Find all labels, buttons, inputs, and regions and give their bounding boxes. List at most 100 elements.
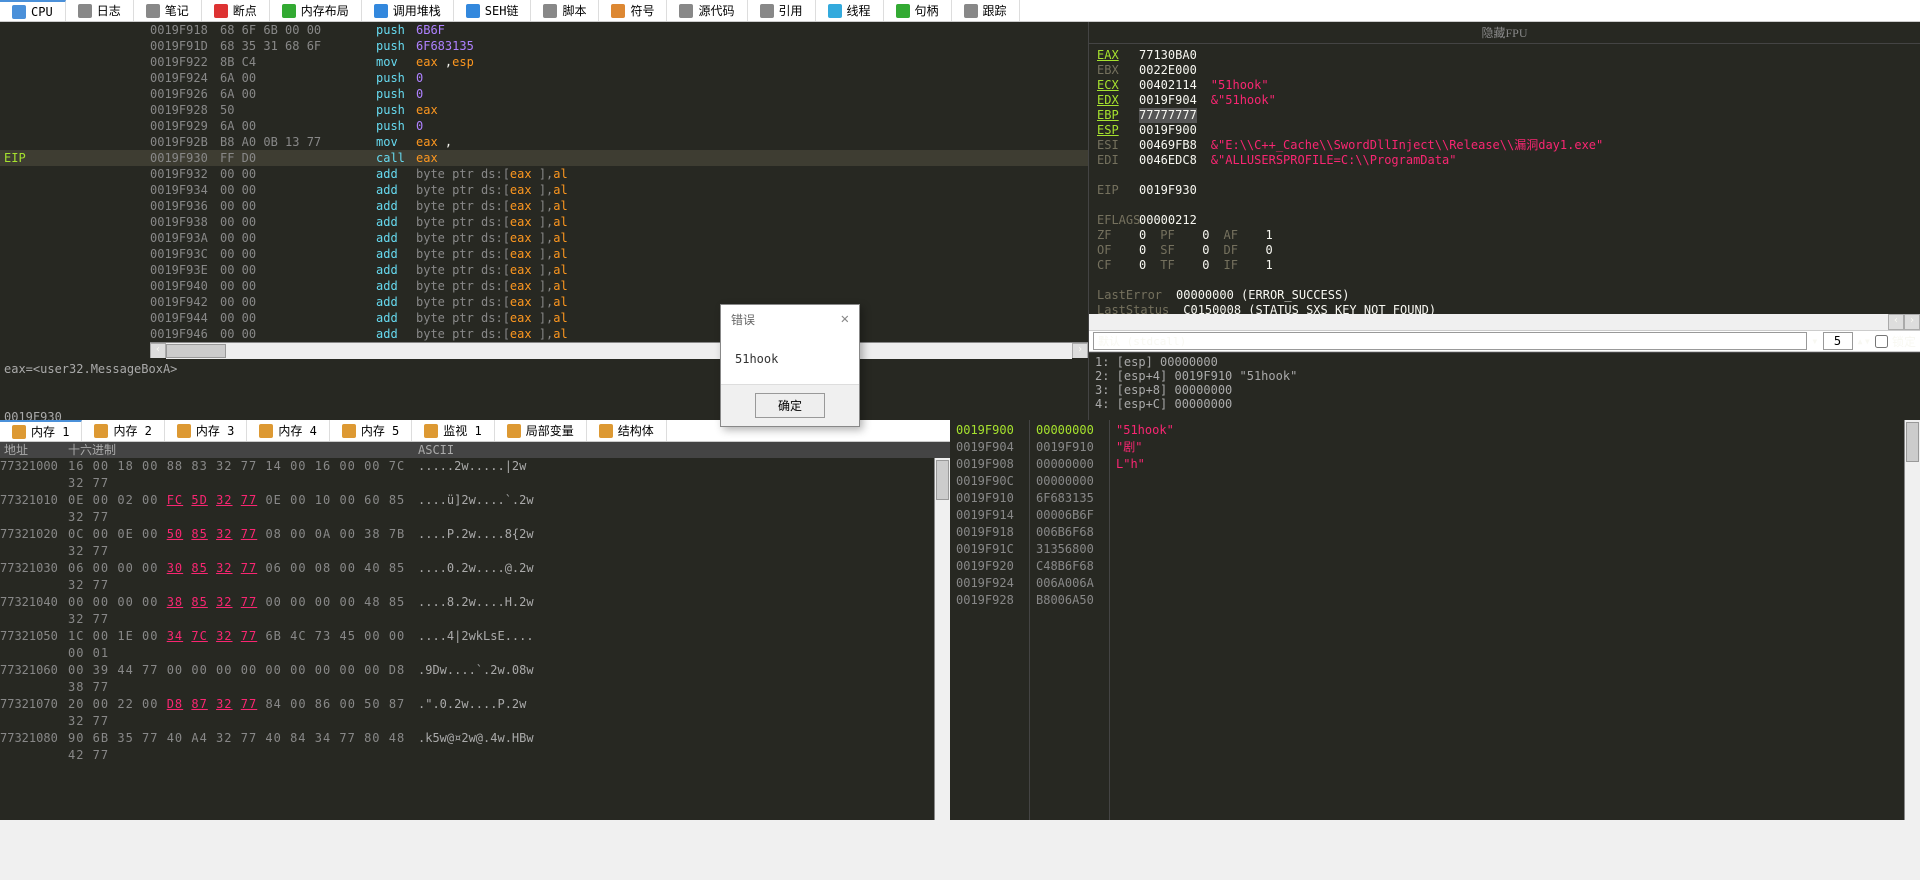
stack-addr[interactable]: 0019F91C (956, 541, 1023, 558)
tab-跟踪[interactable]: 跟踪 (952, 0, 1020, 21)
disasm-row[interactable]: 0019F94000 00addbyte ptr ds:[eax ],al (0, 278, 1088, 294)
tab-引用[interactable]: 引用 (748, 0, 816, 21)
tab-符号[interactable]: 符号 (599, 0, 667, 21)
disasm-row[interactable]: 0019F93C00 00addbyte ptr ds:[eax ],al (0, 246, 1088, 262)
mem-tab-局部变量[interactable]: 局部变量 (495, 420, 587, 441)
disasm-row[interactable]: 0019F94200 00addbyte ptr ds:[eax ],al (0, 294, 1088, 310)
disasm-row[interactable]: 0019F93800 00addbyte ptr ds:[eax ],al (0, 214, 1088, 230)
register-EDI[interactable]: EDI0046EDC8&"ALLUSERSPROFILE=C:\\Program… (1097, 153, 1912, 168)
stack-val[interactable]: 00000000 (1036, 422, 1103, 439)
stack-val[interactable]: C48B6F68 (1036, 558, 1103, 575)
stack-val[interactable]: 00000000 (1036, 456, 1103, 473)
disasm-row[interactable]: 0019F9266A 00push0 (0, 86, 1088, 102)
register-ESI[interactable]: ESI00469FB8&"E:\\C++_Cache\\SwordDllInje… (1097, 138, 1912, 153)
disasm-row[interactable]: 0019F93400 00addbyte ptr ds:[eax ],al (0, 182, 1088, 198)
dropdown-icon[interactable]: ▾ (1811, 334, 1818, 348)
stack-addr[interactable]: 0019F924 (956, 575, 1023, 592)
tab-笔记[interactable]: 笔记 (134, 0, 202, 21)
lock-checkbox[interactable] (1875, 335, 1888, 348)
tab-调用堆栈[interactable]: 调用堆栈 (362, 0, 454, 21)
register-ESP[interactable]: ESP0019F900 (1097, 123, 1912, 138)
stack-addr[interactable]: 0019F908 (956, 456, 1023, 473)
disasm-row[interactable]: 0019F92BB8 A0 0B 13 77moveax , (0, 134, 1088, 150)
mem-row[interactable]: 7732108090 6B 35 77 40 A4 32 77 40 84 34… (0, 730, 934, 764)
tab-SEH链[interactable]: SEH链 (454, 0, 532, 21)
spin-icon[interactable]: ▴▾ (1857, 334, 1871, 348)
register-EBX[interactable]: EBX0022E000 (1097, 63, 1912, 78)
mem-tab-内存 2[interactable]: 内存 2 (82, 420, 164, 441)
stack-val[interactable]: 0019F910 (1036, 439, 1103, 456)
tab-内存布局[interactable]: 内存布局 (270, 0, 362, 21)
stack-val[interactable]: 00006B6F (1036, 507, 1103, 524)
register-EDX[interactable]: EDX0019F904&"51hook" (1097, 93, 1912, 108)
tab-日志[interactable]: 日志 (66, 0, 134, 21)
stack-addr[interactable]: 0019F920 (956, 558, 1023, 575)
stack-addr[interactable]: 0019F910 (956, 490, 1023, 507)
stack-addr[interactable]: 0019F90C (956, 473, 1023, 490)
mem-row[interactable]: 7732104000 00 00 00 38 85 32 77 00 00 00… (0, 594, 934, 628)
disasm-row[interactable]: 0019F94600 00addbyte ptr ds:[eax ],al (0, 326, 1088, 342)
close-icon[interactable]: ✕ (841, 311, 849, 328)
stack-val[interactable]: 006B6F68 (1036, 524, 1103, 541)
reg-scroll-right-icon[interactable]: › (1904, 314, 1920, 330)
stack-addr[interactable]: 0019F904 (956, 439, 1023, 456)
mem-tab-内存 1[interactable]: 内存 1 (0, 420, 82, 441)
callconv-select[interactable]: 默认 (stdcall) (1093, 332, 1807, 350)
reg-scroll-left-icon[interactable]: ‹ (1888, 314, 1904, 330)
tab-源代码[interactable]: 源代码 (667, 0, 747, 21)
disasm-row[interactable]: 0019F91D68 35 31 68 6Fpush6F683135 (0, 38, 1088, 54)
disasm-row[interactable]: 0019F92850pusheax (0, 102, 1088, 118)
mem-row[interactable]: 7732100016 00 18 00 88 83 32 77 14 00 16… (0, 458, 934, 492)
stack-val[interactable]: 6F683135 (1036, 490, 1103, 507)
stack-addr[interactable]: 0019F918 (956, 524, 1023, 541)
stack-val[interactable]: 006A006A (1036, 575, 1103, 592)
register-ECX[interactable]: ECX00402114"51hook" (1097, 78, 1912, 93)
stack-addr[interactable]: 0019F914 (956, 507, 1023, 524)
mem-tab-内存 5[interactable]: 内存 5 (330, 420, 412, 441)
eflags[interactable]: EFLAGS00000212 (1097, 213, 1912, 228)
stack-v-scrollbar[interactable] (1904, 420, 1920, 820)
register-EBP[interactable]: EBP77777777 (1097, 108, 1912, 123)
mem-row[interactable]: 7732106000 39 44 77 00 00 00 00 00 00 00… (0, 662, 934, 696)
disasm-row[interactable]: 0019F9228B C4moveax ,esp (0, 54, 1088, 70)
tab-断点[interactable]: 断点 (202, 0, 270, 21)
disasm-h-scrollbar[interactable]: ‹ › (150, 342, 1088, 358)
disasm-row[interactable]: 0019F94400 00addbyte ptr ds:[eax ],al (0, 310, 1088, 326)
stack-val[interactable]: 31356800 (1036, 541, 1103, 558)
register-EIP[interactable]: EIP0019F930 (1097, 183, 1912, 198)
mem-row[interactable]: 7732107020 00 22 00 D8 87 32 77 84 00 86… (0, 696, 934, 730)
scroll-thumb[interactable] (166, 344, 226, 358)
disasm-row[interactable]: EIP0019F930FF D0calleax (0, 150, 1088, 166)
stack-val[interactable]: 00000000 (1036, 473, 1103, 490)
mem-row[interactable]: 7732103006 00 00 00 30 85 32 77 06 00 08… (0, 560, 934, 594)
stack-val[interactable]: B8006A50 (1036, 592, 1103, 609)
tab-句柄[interactable]: 句柄 (884, 0, 952, 21)
stack-addr[interactable]: 0019F928 (956, 592, 1023, 609)
mem-row[interactable]: 773210200C 00 0E 00 50 85 32 77 08 00 0A… (0, 526, 934, 560)
register-EAX[interactable]: EAX77130BA0 (1097, 48, 1912, 63)
disasm-row[interactable]: 0019F93E00 00addbyte ptr ds:[eax ],al (0, 262, 1088, 278)
hide-fpu-link[interactable]: 隐藏FPU (1089, 22, 1920, 44)
disasm-row[interactable]: 0019F93A00 00addbyte ptr ds:[eax ],al (0, 230, 1088, 246)
disasm-row[interactable]: 0019F9296A 00push0 (0, 118, 1088, 134)
mem-row[interactable]: 773210100E 00 02 00 FC 5D 32 77 0E 00 10… (0, 492, 934, 526)
disasm-row[interactable]: 0019F91868 6F 6B 00 00push6B6F (0, 22, 1088, 38)
mem-v-scrollbar[interactable] (934, 458, 950, 820)
arg-count-spin[interactable] (1823, 332, 1853, 350)
mem-tab-内存 4[interactable]: 内存 4 (247, 420, 329, 441)
mem-tab-结构体[interactable]: 结构体 (587, 420, 667, 441)
mem-tab-内存 3[interactable]: 内存 3 (165, 420, 247, 441)
disasm-row[interactable]: 0019F93600 00addbyte ptr ds:[eax ],al (0, 198, 1088, 214)
tab-线程[interactable]: 线程 (816, 0, 884, 21)
scroll-left-icon[interactable]: ‹ (150, 343, 166, 359)
mem-row[interactable]: 773210501C 00 1E 00 34 7C 32 77 6B 4C 73… (0, 628, 934, 662)
tab-CPU[interactable]: CPU (0, 0, 66, 21)
disasm-row[interactable]: 0019F9246A 00push0 (0, 70, 1088, 86)
mem-tab-icon (507, 424, 521, 438)
mem-tab-监视 1[interactable]: 监视 1 (412, 420, 494, 441)
disasm-row[interactable]: 0019F93200 00addbyte ptr ds:[eax ],al (0, 166, 1088, 182)
stack-addr[interactable]: 0019F900 (956, 422, 1023, 439)
tab-脚本[interactable]: 脚本 (531, 0, 599, 21)
ok-button[interactable]: 确定 (755, 393, 825, 418)
scroll-right-icon[interactable]: › (1072, 343, 1088, 359)
